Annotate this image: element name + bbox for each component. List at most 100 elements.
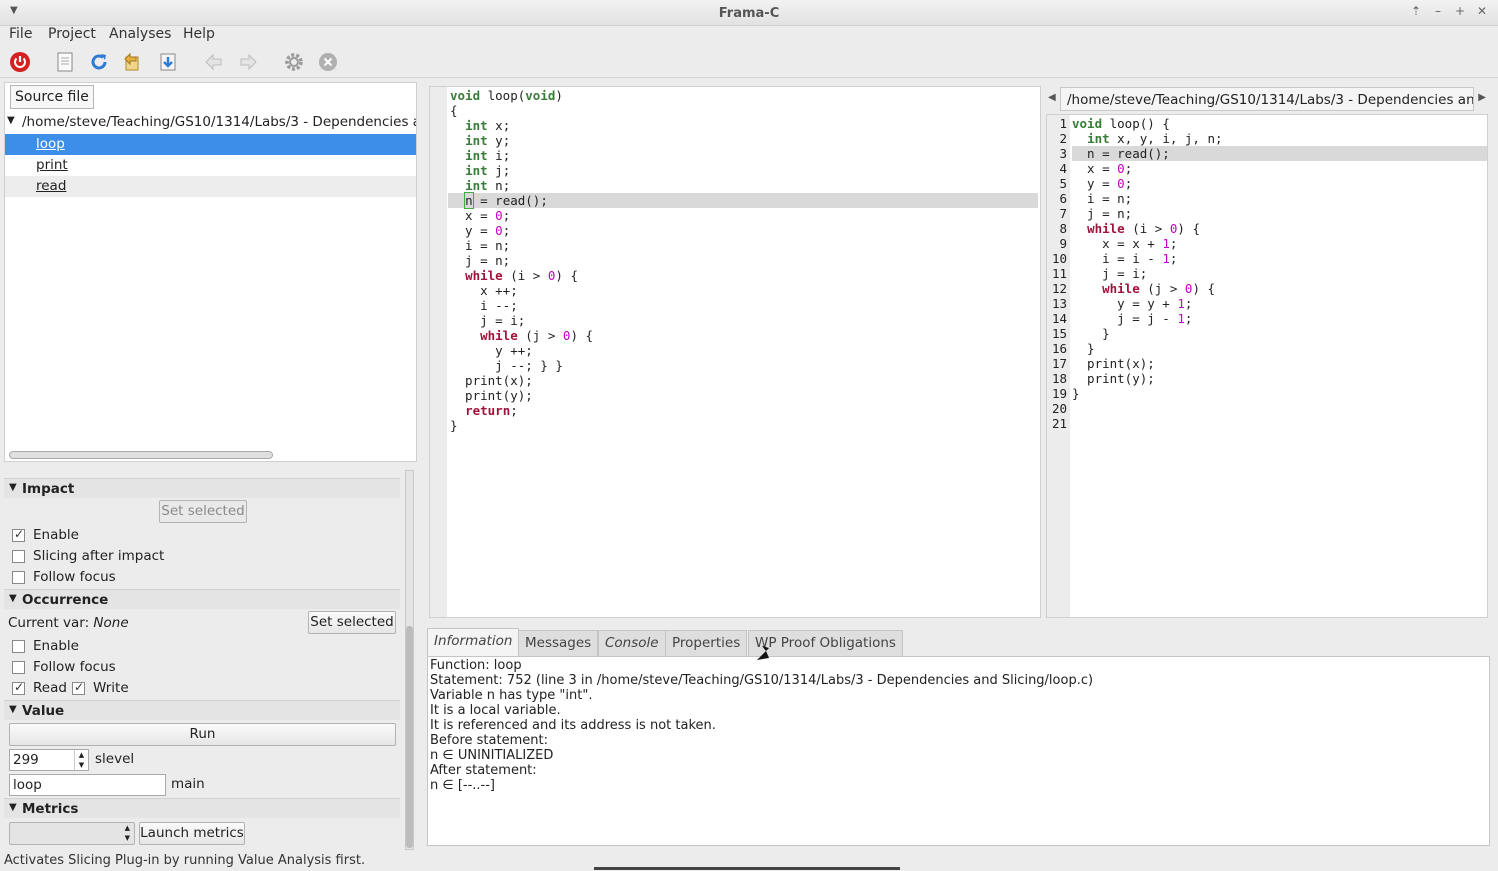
code-line[interactable]: x ++;	[450, 283, 518, 298]
source-line[interactable]: }	[1072, 326, 1110, 341]
code-line[interactable]: int i;	[450, 148, 510, 163]
impact-enable-checkbox[interactable]: Enable	[12, 525, 79, 545]
code-line[interactable]: j = n;	[450, 253, 510, 268]
code-line[interactable]: y = 0;	[450, 223, 510, 238]
code-line[interactable]: int y;	[450, 133, 510, 148]
minimize-icon[interactable]: –	[1430, 4, 1446, 18]
tab-properties[interactable]: Properties	[665, 630, 748, 656]
left-panel-scrollbar[interactable]	[405, 470, 414, 850]
source-line[interactable]: j = n;	[1072, 206, 1132, 221]
source-line[interactable]: while (j > 0) {	[1072, 281, 1215, 296]
source-line[interactable]: n = read();	[1072, 146, 1487, 161]
source-line[interactable]: while (i > 0) {	[1072, 221, 1200, 236]
source-line[interactable]: i = i - 1;	[1072, 251, 1177, 266]
code-line[interactable]: int x;	[450, 118, 510, 133]
impact-follow-focus-checkbox[interactable]: Follow focus	[12, 567, 116, 587]
code-line[interactable]: print(y);	[450, 388, 533, 403]
code-line[interactable]: print(x);	[450, 373, 533, 388]
source-line[interactable]: print(x);	[1072, 356, 1155, 371]
code-line[interactable]: i = n;	[450, 238, 510, 253]
code-line[interactable]: x = 0;	[450, 208, 510, 223]
impact-section-header[interactable]: ▼ Impact	[4, 478, 400, 498]
close-icon[interactable]: ✕	[1474, 4, 1490, 18]
slevel-spinner[interactable]: 299 ▲ ▼	[9, 749, 89, 771]
tab-scroll-left-icon[interactable]: ◀	[1048, 92, 1056, 103]
source-line[interactable]: int x, y, i, j, n;	[1072, 131, 1222, 146]
code-line-selected[interactable]: n = read();	[448, 192, 1038, 209]
code-line[interactable]: {	[450, 103, 458, 118]
source-line[interactable]: y = 0;	[1072, 176, 1132, 191]
original-code-view[interactable]: 1 void loop() {2 int x, y, i, j, n; 3 n = …	[1046, 114, 1488, 618]
revert-icon[interactable]	[120, 50, 144, 74]
value-section-header[interactable]: ▼ Value	[4, 700, 400, 720]
source-path-tab[interactable]: /home/steve/Teaching/GS10/1314/Labs/3 - …	[1060, 87, 1474, 111]
source-line[interactable]: x = 0;	[1072, 161, 1132, 176]
source-line[interactable]: j = i;	[1072, 266, 1147, 281]
tab-information[interactable]: Information	[427, 628, 520, 656]
save-icon[interactable]	[156, 50, 180, 74]
document-icon[interactable]	[53, 50, 77, 74]
source-line[interactable]: }	[1072, 386, 1080, 401]
function-item-read[interactable]: read	[5, 176, 416, 197]
forward-icon[interactable]	[236, 50, 260, 74]
source-line[interactable]: }	[1072, 341, 1095, 356]
menu-help[interactable]: Help	[183, 26, 215, 42]
function-item-loop[interactable]: loop	[5, 134, 416, 155]
current-var-label: Current var:	[8, 615, 90, 631]
launch-metrics-button[interactable]: Launch metrics	[139, 822, 245, 845]
line-number: 16	[1051, 341, 1067, 356]
code-line[interactable]: int n;	[450, 178, 510, 193]
metrics-select[interactable]: ▲ ▼	[9, 822, 135, 845]
main-input[interactable]: loop	[9, 774, 166, 796]
occurrence-write-checkbox[interactable]: Write	[72, 678, 129, 698]
value-run-button[interactable]: Run	[9, 723, 396, 746]
source-line[interactable]: print(y);	[1072, 371, 1155, 386]
occurrence-section-header[interactable]: ▼ Occurrence	[4, 589, 400, 609]
back-icon[interactable]	[202, 50, 226, 74]
spinner-arrows-icon[interactable]: ▲ ▼	[74, 750, 88, 770]
code-line[interactable]: return;	[450, 403, 518, 418]
code-line[interactable]: int j;	[450, 163, 510, 178]
file-tree-row[interactable]: ▼ /home/steve/Teaching/GS10/1314/Labs/3 …	[5, 112, 416, 133]
code-line[interactable]: void loop(void)	[450, 88, 563, 103]
code-line[interactable]: j --; } }	[450, 358, 563, 373]
power-icon[interactable]	[8, 50, 32, 74]
menu-analyses[interactable]: Analyses	[109, 26, 171, 42]
settings-icon[interactable]	[282, 50, 306, 74]
source-line[interactable]: j = j - 1;	[1072, 311, 1192, 326]
horizontal-scrollbar[interactable]	[9, 451, 273, 459]
tab-messages[interactable]: Messages	[518, 630, 599, 656]
expand-triangle-icon[interactable]: ▼	[7, 115, 15, 126]
source-file-button[interactable]: Source file	[10, 85, 94, 109]
function-item-print[interactable]: print	[5, 155, 416, 176]
menu-project[interactable]: Project	[48, 26, 96, 42]
code-line[interactable]: while (j > 0) {	[450, 328, 593, 343]
tab-scroll-right-icon[interactable]: ▶	[1478, 92, 1486, 103]
maximize-up-icon[interactable]: ⇡	[1408, 4, 1424, 18]
code-line[interactable]: }	[450, 418, 458, 433]
impact-slicing-checkbox[interactable]: Slicing after impact	[12, 546, 164, 566]
tab-wp-proof-obligations[interactable]: WP Proof Obligations	[748, 630, 903, 656]
source-line[interactable]: x = x + 1;	[1072, 236, 1177, 251]
normalized-code-view[interactable]: void loop(void) { int x; int y; int i; i…	[429, 86, 1041, 618]
impact-set-selected-button[interactable]: Set selected	[159, 500, 247, 523]
code-line[interactable]: i --;	[450, 298, 518, 313]
code-line[interactable]: j = i;	[450, 313, 525, 328]
code-line[interactable]: while (i > 0) {	[450, 268, 578, 283]
scrollbar-thumb[interactable]	[406, 626, 413, 848]
source-line[interactable]: i = n;	[1072, 191, 1132, 206]
menu-file[interactable]: File	[9, 26, 32, 42]
occurrence-follow-focus-checkbox[interactable]: Follow focus	[12, 657, 116, 677]
line-number: 18	[1051, 371, 1067, 386]
metrics-section-header[interactable]: ▼ Metrics	[4, 798, 400, 818]
source-line[interactable]: y = y + 1;	[1072, 296, 1192, 311]
maximize-icon[interactable]: +	[1452, 4, 1468, 18]
reload-icon[interactable]	[87, 50, 111, 74]
occurrence-set-selected-button[interactable]: Set selected	[308, 611, 396, 634]
code-line[interactable]: y ++;	[450, 343, 533, 358]
stop-icon[interactable]	[316, 50, 340, 74]
occurrence-read-checkbox[interactable]: Read	[12, 678, 67, 698]
tab-console[interactable]: Console	[598, 630, 666, 656]
occurrence-enable-checkbox[interactable]: Enable	[12, 636, 79, 656]
source-line[interactable]: void loop() {	[1072, 116, 1170, 131]
